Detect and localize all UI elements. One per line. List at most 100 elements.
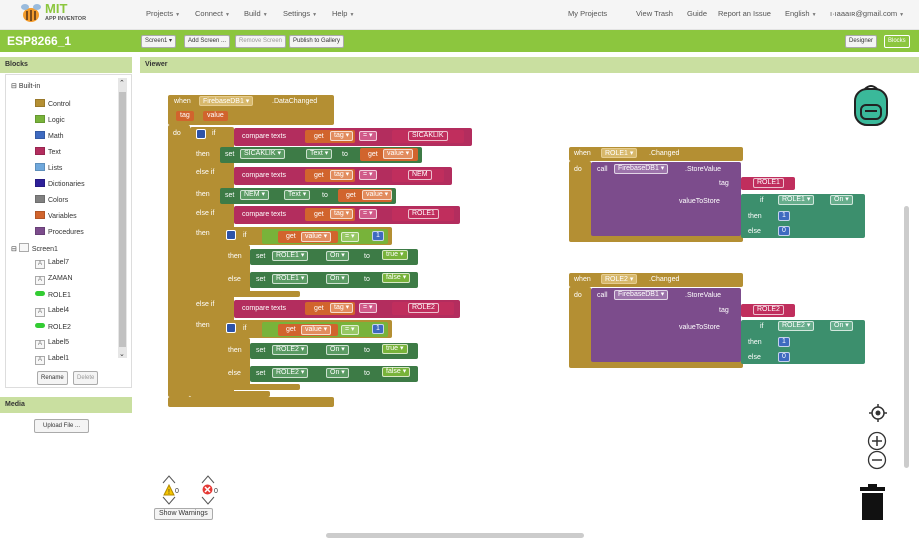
upload-file-button[interactable]: Upload File ... bbox=[34, 419, 90, 433]
remove-screen-button[interactable]: Remove Screen bbox=[235, 35, 287, 48]
category-math[interactable]: Math bbox=[35, 131, 64, 140]
variables-swatch-icon bbox=[35, 211, 45, 219]
link-guide[interactable]: Guide bbox=[687, 9, 707, 18]
switch-icon bbox=[35, 291, 45, 296]
scroll-up-icon[interactable]: ⌃ bbox=[119, 79, 125, 87]
text-literal-nem[interactable]: NEM bbox=[408, 170, 432, 180]
scroll-down-icon[interactable]: ⌄ bbox=[119, 350, 125, 358]
zoom-in-icon[interactable] bbox=[867, 431, 887, 451]
screen-select[interactable]: Screen1 ▾ bbox=[141, 35, 177, 48]
event-component-dropdown[interactable]: FirebaseDB1 ▾ bbox=[199, 96, 254, 106]
component-role2[interactable]: ROLE2 bbox=[35, 323, 71, 331]
category-colors[interactable]: Colors bbox=[35, 195, 68, 204]
number-1[interactable]: 1 bbox=[372, 231, 384, 241]
logic-false[interactable]: false ▾ bbox=[382, 273, 411, 283]
designer-button[interactable]: Designer bbox=[845, 35, 878, 48]
recenter-icon[interactable] bbox=[869, 404, 887, 422]
text-literal-role1[interactable]: ROLE1 bbox=[408, 209, 439, 219]
blocks-panel-header: Blocks bbox=[0, 57, 132, 73]
rename-button[interactable]: Rename bbox=[37, 371, 68, 385]
link-report-issue[interactable]: Report an Issue bbox=[718, 9, 771, 18]
menu-connect[interactable]: Connect ▼ bbox=[195, 9, 230, 18]
blocks-panel-scrollbar[interactable]: ⌃ ⌄ bbox=[118, 78, 127, 358]
menu-build[interactable]: Build ▼ bbox=[244, 9, 268, 18]
menu-language[interactable]: English ▼ bbox=[785, 9, 817, 18]
param-tag[interactable]: tag bbox=[176, 111, 194, 121]
collapse-icon[interactable]: ⊟ bbox=[11, 246, 17, 253]
error-icon bbox=[202, 484, 213, 495]
category-control[interactable]: Control bbox=[35, 99, 71, 108]
category-variables[interactable]: Variables bbox=[35, 211, 77, 220]
logo-text: MIT bbox=[45, 1, 68, 16]
category-logic[interactable]: Logic bbox=[35, 115, 65, 124]
text-literal-sicaklik[interactable]: SICAKLIK bbox=[408, 131, 448, 141]
menu-projects[interactable]: Projects ▼ bbox=[146, 9, 180, 18]
logic-true[interactable]: true ▾ bbox=[382, 344, 408, 354]
math-swatch-icon bbox=[35, 131, 45, 139]
mutator-gear-icon[interactable] bbox=[226, 230, 236, 240]
component-role1[interactable]: ROLE1 bbox=[35, 291, 71, 299]
backpack-icon[interactable] bbox=[851, 83, 891, 127]
dictionaries-swatch-icon bbox=[35, 179, 45, 187]
media-panel-header: Media bbox=[0, 397, 132, 413]
add-screen-button[interactable]: Add Screen ... bbox=[184, 35, 231, 48]
colors-swatch-icon bbox=[35, 195, 45, 203]
logic-true[interactable]: true ▾ bbox=[382, 250, 408, 260]
component-label4[interactable]: A Label4 bbox=[35, 307, 69, 317]
warnings-up-arrow-icon[interactable] bbox=[162, 474, 176, 484]
category-procedures[interactable]: Procedures bbox=[35, 227, 84, 236]
menu-help[interactable]: Help ▼ bbox=[332, 9, 354, 18]
warnings-down-arrow-icon[interactable] bbox=[162, 496, 176, 506]
mutator-gear-icon[interactable] bbox=[226, 323, 236, 333]
viewer-header: Viewer bbox=[140, 57, 919, 73]
logic-false[interactable]: false ▾ bbox=[382, 367, 411, 377]
screen1-node[interactable]: ⊟ Screen1 bbox=[11, 243, 58, 253]
delete-button[interactable]: Delete bbox=[73, 371, 99, 385]
bee-logo-icon bbox=[21, 4, 41, 22]
app-inventor-logo[interactable]: MIT APP INVENTOR bbox=[20, 1, 90, 29]
project-toolbar: ESP8266_1 Screen1 ▾ Add Screen ... Remov… bbox=[0, 30, 919, 52]
text-swatch-icon bbox=[35, 147, 45, 155]
errors-down-arrow-icon[interactable] bbox=[201, 496, 215, 506]
control-swatch-icon bbox=[35, 99, 45, 107]
category-text[interactable]: Text bbox=[35, 147, 61, 156]
vertical-scrollbar[interactable] bbox=[904, 206, 909, 468]
procedures-swatch-icon bbox=[35, 227, 45, 235]
link-my-projects[interactable]: My Projects bbox=[568, 9, 607, 18]
category-lists[interactable]: Lists bbox=[35, 163, 62, 172]
component-label5[interactable]: A Label5 bbox=[35, 339, 69, 349]
component-label7[interactable]: A Label7 bbox=[35, 259, 69, 269]
text-literal-role2[interactable]: ROLE2 bbox=[408, 303, 439, 313]
horizontal-scrollbar[interactable] bbox=[326, 533, 584, 538]
top-navigation-bar: MIT APP INVENTOR Projects ▼ Connect ▼ Buil… bbox=[0, 0, 919, 30]
publish-gallery-button[interactable]: Publish to Gallery bbox=[289, 35, 345, 48]
errors-count: 0 bbox=[214, 488, 218, 495]
project-name: ESP8266_1 bbox=[7, 34, 72, 48]
link-view-trash[interactable]: View Trash bbox=[636, 9, 673, 18]
label-icon: A bbox=[35, 260, 45, 269]
errors-up-arrow-icon[interactable] bbox=[201, 474, 215, 484]
menu-account[interactable]: ı·ıaaaıʀ@gmail.com ▼ bbox=[830, 9, 904, 18]
builtin-node[interactable]: ⊟ Built-in bbox=[11, 82, 40, 90]
category-dictionaries[interactable]: Dictionaries bbox=[35, 179, 85, 188]
label-icon: A bbox=[35, 356, 45, 365]
number-1[interactable]: 1 bbox=[372, 324, 384, 334]
lists-swatch-icon bbox=[35, 163, 45, 171]
svg-text:!: ! bbox=[168, 489, 170, 496]
zoom-out-icon[interactable] bbox=[867, 450, 887, 470]
collapse-icon[interactable]: ⊟ bbox=[11, 83, 17, 90]
switch-icon bbox=[35, 323, 45, 328]
scroll-thumb[interactable] bbox=[119, 92, 126, 347]
component-label1[interactable]: A Label1 bbox=[35, 355, 69, 365]
blocks-button[interactable]: Blocks bbox=[884, 35, 910, 48]
warning-icon: ! bbox=[163, 484, 175, 496]
param-value[interactable]: value bbox=[203, 111, 228, 121]
menu-settings[interactable]: Settings ▼ bbox=[283, 9, 317, 18]
screen-icon bbox=[18, 243, 29, 252]
mutator-gear-icon[interactable] bbox=[196, 129, 206, 139]
logic-swatch-icon bbox=[35, 115, 45, 123]
show-warnings-button[interactable]: Show Warnings bbox=[154, 508, 213, 520]
trash-icon[interactable] bbox=[859, 484, 886, 520]
component-zaman[interactable]: A ZAMAN bbox=[35, 275, 73, 285]
label-icon: A bbox=[35, 308, 45, 317]
